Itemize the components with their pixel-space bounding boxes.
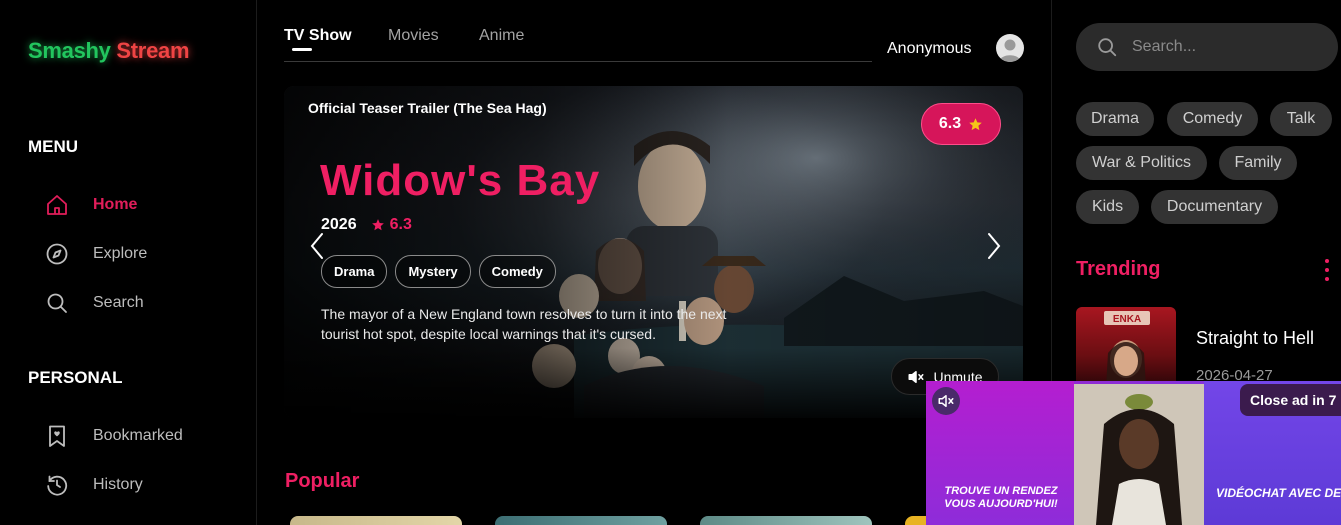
popular-title: Popular [285,470,360,492]
logo[interactable]: Smashy Stream [28,38,190,64]
popular-card[interactable] [700,516,872,525]
popular-card[interactable] [290,516,462,525]
sidebar-item-home[interactable]: Home [44,189,137,221]
hero-banner[interactable]: Official Teaser Trailer (The Sea Hag) 6.… [284,86,1023,418]
search-icon [1098,38,1117,57]
sidebar-item-label: Explore [93,245,148,262]
sidebar: Smashy Stream MENU Home Explore Search P… [0,0,257,525]
genre-filter-comedy[interactable]: Comedy [1167,102,1258,136]
menu-section-title: MENU [28,137,79,156]
search-box[interactable] [1076,23,1338,71]
sidebar-item-label: Home [93,196,138,213]
genre-pill[interactable]: Drama [321,255,388,288]
genre-pill[interactable]: Comedy [478,255,556,288]
hero-caption: Official Teaser Trailer (The Sea Hag) [308,100,547,116]
sidebar-item-label: Search [93,294,144,311]
mute-icon [938,395,954,407]
star-icon [969,117,982,130]
user-name[interactable]: Anonymous [887,40,972,58]
sidebar-item-bookmarked[interactable]: Bookmarked [44,420,183,452]
bookmark-icon [44,423,70,449]
personal-section-title: PERSONAL [28,368,123,387]
hero-description: The mayor of a New England town resolves… [321,306,727,342]
trending-item-title[interactable]: Straight to Hell [1196,328,1314,349]
avatar[interactable] [996,34,1024,62]
genre-filter-talk[interactable]: Talk [1270,102,1332,136]
tab-tv-show[interactable]: TV Show [284,27,352,51]
score-badge: 6.3 [921,103,1001,145]
ad-photo-art [1074,384,1204,525]
next-arrow-icon[interactable] [981,228,1005,264]
trending-title: Trending [1076,258,1161,280]
hero-rating: 6.3 [371,216,412,234]
genre-filter-family[interactable]: Family [1219,146,1297,180]
hero-genres: Drama Mystery Comedy [321,255,556,288]
sidebar-item-label: Bookmarked [93,427,183,444]
logo-part-smashy: Smashy [28,38,111,63]
ad-text-right: Vidéochat avec des beautés ! [1216,486,1341,500]
tab-anime[interactable]: Anime [479,27,524,45]
genre-filter-kids[interactable]: Kids [1076,190,1139,224]
star-icon [371,219,384,231]
sidebar-item-label: History [93,476,143,493]
hero-rating-value: 6.3 [389,216,412,233]
genre-filter-documentary[interactable]: Documentary [1151,190,1278,224]
ad-overlay[interactable]: Close ad in 7 Trouve un rendez vous aujo… [926,381,1341,525]
prev-arrow-icon[interactable] [306,228,330,264]
ad-mute-button[interactable] [932,387,960,415]
ad-text-left: Trouve un rendez vous aujourd'hui! [944,485,1058,510]
close-ad-button[interactable]: Close ad in 7 [1240,384,1341,416]
trending-poster-text: ENKA [1113,314,1141,325]
sidebar-item-explore[interactable]: Explore [44,238,147,270]
search-input[interactable] [1132,38,1312,56]
sidebar-item-search[interactable]: Search [44,287,144,319]
score-value: 6.3 [938,115,962,132]
hero-meta: 2026 6.3 [321,216,412,234]
genre-filter-drama[interactable]: Drama [1076,102,1154,136]
history-icon [44,472,70,498]
hero-title: Widow's Bay [320,156,601,205]
sidebar-item-history[interactable]: History [44,469,143,501]
compass-icon [44,241,70,267]
category-tabs: TV Show Movies Anime [284,22,872,62]
user-avatar-icon [999,39,1021,62]
popular-card[interactable] [495,516,667,525]
genre-pill[interactable]: Mystery [395,255,471,288]
ad-panel-photo [1074,384,1204,525]
mute-icon [908,370,924,383]
search-icon [44,290,70,316]
home-icon [44,192,70,218]
tab-movies[interactable]: Movies [388,27,439,45]
logo-part-stream: Stream [116,38,190,63]
genre-filter-war-politics[interactable]: War & Politics [1076,146,1207,180]
more-options-icon[interactable] [1323,259,1331,281]
trending-poster-art: ENKA [1104,311,1150,387]
trending-poster[interactable]: ENKA [1076,307,1176,387]
